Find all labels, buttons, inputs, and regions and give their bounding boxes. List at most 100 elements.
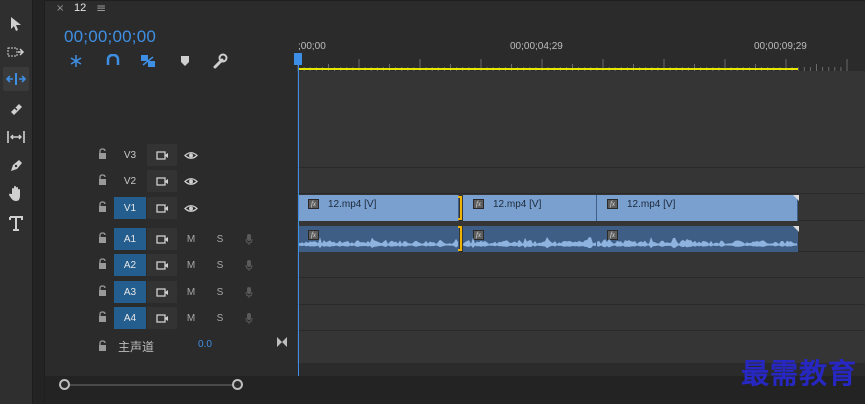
ruler-label-mid: 00;00;04;29 xyxy=(510,41,563,52)
clip-label: 12.mp4 [V] xyxy=(627,199,676,210)
snap-icon[interactable] xyxy=(104,53,122,69)
clip-end-corner xyxy=(793,195,799,201)
lane-v3[interactable] xyxy=(297,142,865,168)
watermark-logo: 最需教育 xyxy=(741,357,858,390)
sync-lock-icon[interactable] xyxy=(147,254,177,276)
track-select-tool-icon[interactable] xyxy=(3,40,29,64)
collapse-tracks-icon[interactable] xyxy=(276,336,288,348)
sync-lock-icon[interactable] xyxy=(147,281,177,303)
mute-button[interactable]: M xyxy=(178,254,204,276)
hand-tool-icon[interactable] xyxy=(3,182,29,206)
master-track-label: 主声道 xyxy=(118,340,155,354)
playhead-timecode[interactable]: 00;00;00;00 xyxy=(64,27,156,47)
panel-menu-icon[interactable]: ≡ xyxy=(96,1,106,15)
tab-close-icon[interactable]: × xyxy=(56,3,64,14)
track-name[interactable]: V3 xyxy=(114,144,146,166)
track-header-a1: A1 M S xyxy=(45,226,297,252)
edit-point-marker[interactable] xyxy=(456,195,466,253)
insert-sequence-icon[interactable] xyxy=(67,53,85,69)
track-header-v3: V3 xyxy=(45,142,297,168)
mute-button[interactable]: M xyxy=(178,228,204,250)
lock-icon[interactable] xyxy=(98,258,107,269)
audio-clip[interactable]: fx xyxy=(597,226,798,252)
audio-clip[interactable]: fx xyxy=(298,226,459,252)
lock-icon[interactable] xyxy=(98,311,107,322)
voiceover-mic-icon[interactable] xyxy=(236,254,262,276)
track-name[interactable]: V1 xyxy=(114,197,146,219)
selection-tool-icon[interactable] xyxy=(3,12,29,36)
video-clip[interactable]: fx 12.mp4 [V] xyxy=(463,195,597,221)
audio-clip[interactable]: fx xyxy=(463,226,597,252)
linked-selection-icon[interactable] xyxy=(139,53,157,69)
playhead-line[interactable] xyxy=(298,53,299,378)
solo-button[interactable]: S xyxy=(207,281,233,303)
slip-tool-icon[interactable] xyxy=(3,125,29,149)
sync-lock-icon[interactable] xyxy=(147,197,177,219)
pen-tool-icon[interactable] xyxy=(3,154,29,178)
track-header-v1: V1 xyxy=(45,195,297,221)
lock-icon[interactable] xyxy=(98,232,107,243)
razor-tool-icon[interactable] xyxy=(3,97,29,121)
lane-v2[interactable] xyxy=(297,168,865,194)
add-marker-icon[interactable] xyxy=(176,53,194,69)
master-lock-icon[interactable] xyxy=(98,340,107,351)
track-header-a4: A4 M S xyxy=(45,305,297,331)
track-header-a2: A2 M S xyxy=(45,252,297,278)
fx-badge-icon[interactable]: fx xyxy=(607,199,618,209)
clip-label: 12.mp4 [V] xyxy=(328,199,377,210)
ruler-label-end: 00;00;09;29 xyxy=(754,41,807,52)
lane-a2[interactable] xyxy=(297,252,865,278)
solo-button[interactable]: S xyxy=(207,228,233,250)
settings-wrench-icon[interactable] xyxy=(211,53,229,69)
track-name[interactable]: A3 xyxy=(114,281,146,303)
ruler-label-start: ;00;00 xyxy=(298,41,326,52)
voiceover-mic-icon[interactable] xyxy=(236,228,262,250)
mute-button[interactable]: M xyxy=(178,281,204,303)
toggle-output-eye-icon[interactable] xyxy=(178,170,204,192)
audio-waveform xyxy=(597,237,797,249)
audio-waveform xyxy=(298,237,458,249)
lock-icon[interactable] xyxy=(98,285,107,296)
tools-panel xyxy=(0,0,33,404)
track-name[interactable]: V2 xyxy=(114,170,146,192)
lock-icon[interactable] xyxy=(98,174,107,185)
lock-icon[interactable] xyxy=(98,201,107,212)
zoom-handle-right[interactable] xyxy=(232,379,243,390)
clip-label: 12.mp4 [V] xyxy=(493,199,542,210)
toggle-output-eye-icon[interactable] xyxy=(178,197,204,219)
video-clip[interactable]: fx 12.mp4 [V] xyxy=(298,195,459,221)
video-clip[interactable]: fx 12.mp4 [V] xyxy=(597,195,798,221)
zoom-scroll-track[interactable] xyxy=(65,384,237,386)
lock-icon[interactable] xyxy=(98,148,107,159)
mute-button[interactable]: M xyxy=(178,307,204,329)
solo-button[interactable]: S xyxy=(207,254,233,276)
ripple-edit-tool-icon[interactable] xyxy=(3,67,29,91)
lane-a4[interactable] xyxy=(297,305,865,331)
tab-sequence-title[interactable]: 12 xyxy=(74,2,86,14)
lane-a3[interactable] xyxy=(297,279,865,305)
zoom-handle-left[interactable] xyxy=(59,379,70,390)
toggle-output-eye-icon[interactable] xyxy=(178,144,204,166)
sync-lock-icon[interactable] xyxy=(147,307,177,329)
voiceover-mic-icon[interactable] xyxy=(236,281,262,303)
clip-end-corner xyxy=(793,226,799,232)
fx-badge-icon[interactable]: fx xyxy=(308,199,319,209)
track-name[interactable]: A4 xyxy=(114,307,146,329)
master-volume-value[interactable]: 0.0 xyxy=(198,339,212,350)
work-area-bar[interactable] xyxy=(298,68,798,70)
time-ruler[interactable]: ;00;00 00;00;04;29 00;00;09;29 xyxy=(297,19,865,71)
voiceover-mic-icon[interactable] xyxy=(236,307,262,329)
solo-button[interactable]: S xyxy=(207,307,233,329)
tab-bar: × 12 ≡ xyxy=(45,1,865,19)
track-header-a3: A3 M S xyxy=(45,279,297,305)
sync-lock-icon[interactable] xyxy=(147,170,177,192)
sync-lock-icon[interactable] xyxy=(147,228,177,250)
track-header-v2: V2 xyxy=(45,168,297,194)
timeline-panel: × 12 ≡ 00;00;00;00 ;00;00 00;00;04;29 00… xyxy=(44,0,865,404)
type-tool-icon[interactable] xyxy=(3,211,29,235)
sync-lock-icon[interactable] xyxy=(147,144,177,166)
audio-waveform xyxy=(463,237,596,249)
track-name[interactable]: A1 xyxy=(114,228,146,250)
fx-badge-icon[interactable]: fx xyxy=(473,199,484,209)
track-name[interactable]: A2 xyxy=(114,254,146,276)
